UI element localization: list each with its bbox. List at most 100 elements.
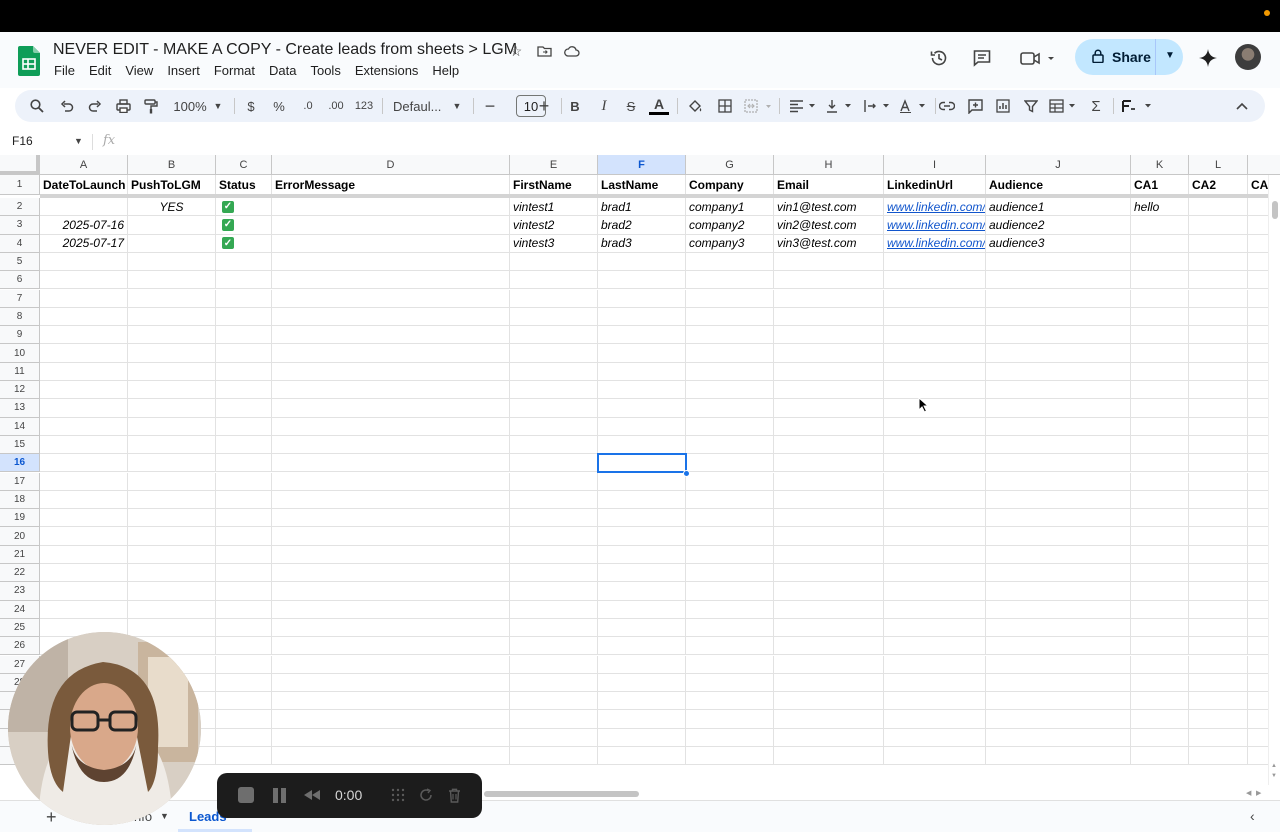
cell[interactable]: [986, 289, 1131, 308]
data-cell-pushtolgm[interactable]: YES: [128, 198, 216, 217]
cell[interactable]: [1131, 381, 1189, 400]
cell[interactable]: [128, 307, 216, 327]
cell[interactable]: [272, 637, 510, 656]
name-box-dropdown-icon[interactable]: ▼: [74, 136, 83, 146]
cell[interactable]: [272, 344, 510, 363]
cell[interactable]: [774, 637, 884, 656]
cell[interactable]: [510, 381, 598, 400]
cell[interactable]: [216, 728, 272, 747]
cell[interactable]: [1131, 307, 1189, 327]
webcam-preview[interactable]: [8, 632, 201, 825]
cell[interactable]: [40, 472, 128, 491]
cell[interactable]: [216, 637, 272, 656]
cell[interactable]: [510, 490, 598, 510]
cell[interactable]: [272, 673, 510, 693]
cell[interactable]: [1189, 472, 1248, 491]
cell[interactable]: [986, 417, 1131, 436]
insert-comment-icon[interactable]: [965, 90, 985, 122]
cell[interactable]: [216, 399, 272, 418]
cell[interactable]: [216, 362, 272, 381]
row-header-5[interactable]: 5: [0, 252, 40, 272]
cell[interactable]: [272, 747, 510, 766]
cell[interactable]: [884, 252, 986, 272]
collapse-toolbar-icon[interactable]: [1233, 90, 1251, 122]
cell[interactable]: [774, 747, 884, 766]
cell[interactable]: [272, 362, 510, 381]
cell[interactable]: [40, 509, 128, 528]
cell[interactable]: [686, 655, 774, 674]
cell[interactable]: [1189, 252, 1248, 272]
cell[interactable]: [986, 710, 1131, 729]
cell[interactable]: [774, 710, 884, 729]
cell[interactable]: [272, 564, 510, 583]
data-cell-firstname[interactable]: vintest3: [510, 234, 598, 253]
cell[interactable]: [272, 472, 510, 491]
cell[interactable]: [40, 417, 128, 436]
cell[interactable]: [774, 545, 884, 564]
row-header-2[interactable]: 2: [0, 198, 40, 217]
increase-font-size-button[interactable]: +: [535, 90, 553, 122]
cell[interactable]: [1131, 490, 1189, 510]
cell[interactable]: [128, 618, 216, 638]
row-header-10[interactable]: 10: [0, 344, 40, 363]
cell[interactable]: [1189, 289, 1248, 308]
column-title-cell[interactable]: PushToLGM: [128, 175, 216, 195]
cell[interactable]: [216, 326, 272, 345]
cell[interactable]: [1189, 271, 1248, 290]
status-cell[interactable]: ✓: [216, 198, 272, 217]
cell[interactable]: [1189, 655, 1248, 674]
undo-icon[interactable]: [57, 90, 77, 122]
column-header-e[interactable]: E: [510, 155, 598, 175]
menu-tools[interactable]: Tools: [310, 63, 347, 78]
cell[interactable]: [216, 527, 272, 546]
cell[interactable]: [1131, 564, 1189, 583]
cell[interactable]: [686, 289, 774, 308]
cell[interactable]: [510, 289, 598, 308]
cell[interactable]: [510, 417, 598, 436]
cell[interactable]: [40, 582, 128, 601]
cell[interactable]: [598, 344, 686, 363]
cell[interactable]: [1131, 454, 1189, 473]
cell[interactable]: [1131, 747, 1189, 766]
horizontal-scrollbar[interactable]: ◀ ▶: [484, 789, 1268, 799]
cell[interactable]: [1189, 399, 1248, 418]
cell[interactable]: [774, 728, 884, 747]
cell[interactable]: [1131, 728, 1189, 747]
column-header-d[interactable]: D: [272, 155, 510, 175]
paint-format-icon[interactable]: [141, 90, 161, 122]
cell[interactable]: [1131, 509, 1189, 528]
stop-recording-icon[interactable]: [236, 785, 256, 805]
cell[interactable]: [510, 362, 598, 381]
cell[interactable]: [1131, 692, 1189, 711]
star-icon[interactable]: ☆: [507, 42, 525, 60]
row-header-26[interactable]: 26: [0, 637, 40, 656]
rewind-icon[interactable]: [301, 785, 323, 805]
cell[interactable]: [1189, 527, 1248, 546]
merge-cells-icon[interactable]: [743, 90, 773, 122]
cell[interactable]: [884, 655, 986, 674]
cell[interactable]: [986, 509, 1131, 528]
cell[interactable]: [128, 527, 216, 546]
cell[interactable]: [774, 435, 884, 455]
column-header-b[interactable]: B: [128, 155, 216, 175]
cell[interactable]: [774, 381, 884, 400]
cell[interactable]: [272, 454, 510, 473]
column-header-c[interactable]: C: [216, 155, 272, 175]
cell[interactable]: [686, 381, 774, 400]
column-header-j[interactable]: J: [986, 155, 1131, 175]
cell[interactable]: [216, 252, 272, 272]
horizontal-align-icon[interactable]: [787, 90, 821, 122]
cell[interactable]: [216, 381, 272, 400]
menu-format[interactable]: Format: [214, 63, 262, 78]
cell[interactable]: [686, 435, 774, 455]
cell[interactable]: [272, 509, 510, 528]
cell[interactable]: [986, 381, 1131, 400]
cell[interactable]: [884, 509, 986, 528]
data-cell-company[interactable]: company3: [686, 234, 774, 253]
cell[interactable]: [510, 600, 598, 619]
cell[interactable]: [986, 454, 1131, 473]
cell[interactable]: [1189, 673, 1248, 693]
menu-file[interactable]: File: [54, 63, 82, 78]
cell[interactable]: [272, 527, 510, 546]
column-header-g[interactable]: G: [686, 155, 774, 175]
